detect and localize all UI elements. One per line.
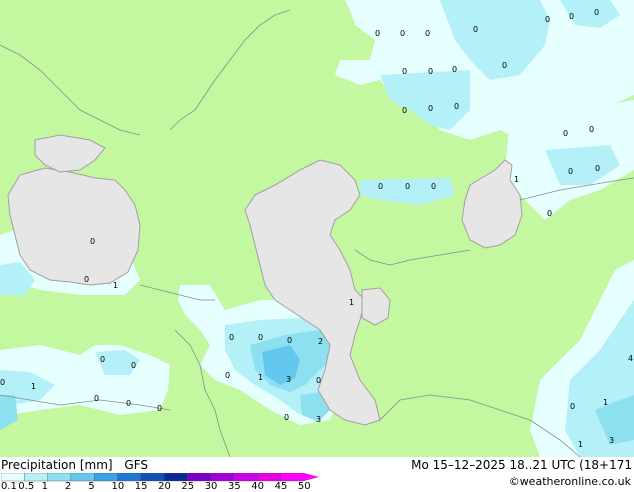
legend-footer: Precipitation [mm] GFS Mo 15–12–2025 18.… bbox=[0, 457, 634, 492]
precip-value: 0 bbox=[502, 61, 507, 70]
precip-value: 3 bbox=[609, 436, 614, 445]
precip-value: 0 bbox=[0, 378, 5, 387]
precip-value: 0 bbox=[229, 333, 234, 342]
scale-swatch bbox=[233, 473, 258, 482]
precip-value: 3 bbox=[316, 415, 321, 424]
scale-swatch bbox=[24, 473, 48, 482]
scale-swatch bbox=[93, 473, 118, 482]
scale-tick-label: 10 bbox=[111, 481, 125, 492]
credit-link[interactable]: ©weatheronline.co.uk bbox=[509, 475, 631, 488]
precip-value: 0 bbox=[452, 65, 457, 74]
precip-value: 0 bbox=[570, 402, 575, 411]
precip-value: 3 bbox=[286, 375, 291, 384]
scale-tick-label: 40 bbox=[251, 481, 265, 492]
precip-value: 0 bbox=[547, 209, 552, 218]
precip-value: 0 bbox=[287, 336, 292, 345]
scale-tick-label: 2 bbox=[64, 481, 72, 492]
scale-arrow bbox=[303, 473, 319, 481]
precip-value: 2 bbox=[318, 337, 323, 346]
precip-value: 0 bbox=[84, 275, 89, 284]
precip-value: 0 bbox=[568, 167, 573, 176]
precip-value: 0 bbox=[594, 8, 599, 17]
model-label: GFS bbox=[124, 458, 148, 472]
precip-value: 0 bbox=[400, 29, 405, 38]
scale-tick-label: 45 bbox=[274, 481, 288, 492]
precip-value: 0 bbox=[595, 164, 600, 173]
scale-tick-label: 35 bbox=[228, 481, 241, 492]
precip-value: 0 bbox=[545, 15, 550, 24]
scale-tick-label: 5 bbox=[88, 481, 95, 492]
precip-value: 1 bbox=[578, 440, 583, 449]
scale-tick-label: 15 bbox=[134, 481, 148, 492]
precip-value: 0 bbox=[90, 237, 95, 246]
scale-tick-label: 25 bbox=[181, 481, 195, 492]
precip-value: 0 bbox=[431, 182, 436, 191]
precip-value: 0 bbox=[589, 125, 594, 134]
precip-value: 1 bbox=[258, 373, 263, 382]
precip-value: 0 bbox=[157, 404, 162, 413]
precip-value: 0 bbox=[375, 29, 380, 38]
precip-value: 1 bbox=[31, 382, 36, 391]
scale-swatch bbox=[140, 473, 165, 482]
precip-value: 0 bbox=[473, 25, 478, 34]
precip-value: 4 bbox=[628, 354, 633, 363]
scale-swatch bbox=[163, 473, 188, 482]
precip-value: 1 bbox=[349, 298, 354, 307]
scale-swatch bbox=[47, 473, 72, 482]
scale-swatch bbox=[210, 473, 235, 482]
scale-tick-label: 50 bbox=[297, 481, 311, 492]
precip-value: 0 bbox=[402, 67, 407, 76]
product-title: Precipitation [mm] GFS bbox=[1, 458, 148, 472]
precip-value: 0 bbox=[100, 355, 105, 364]
precip-value: 0 bbox=[402, 106, 407, 115]
scale-tick-label: 20 bbox=[158, 481, 171, 492]
precip-value: 0 bbox=[563, 129, 568, 138]
precip-value: 0 bbox=[405, 182, 410, 191]
precip-value: 1 bbox=[113, 281, 118, 290]
product-label: Precipitation [mm] bbox=[1, 458, 113, 472]
scale-swatch bbox=[257, 473, 281, 482]
precip-value: 0 bbox=[225, 371, 230, 380]
scale-swatch bbox=[280, 473, 305, 482]
precip-value: 0 bbox=[126, 399, 131, 408]
precip-value: 1 bbox=[603, 398, 608, 407]
scale-tick-label: 30 bbox=[204, 481, 218, 492]
precip-value: 0 bbox=[425, 29, 430, 38]
precip-value: 0 bbox=[94, 394, 99, 403]
precip-value: 0 bbox=[284, 413, 289, 422]
scale-swatch bbox=[117, 473, 142, 482]
precip-value: 0 bbox=[378, 182, 383, 191]
black-sea bbox=[7, 167, 141, 286]
scale-tick-label: 1 bbox=[41, 481, 48, 492]
scale-tick-label: 0.5 bbox=[18, 481, 35, 492]
scale-swatch bbox=[70, 473, 95, 482]
precip-value: 0 bbox=[454, 102, 459, 111]
precip-value: 1 bbox=[514, 175, 519, 184]
scale-swatch bbox=[1, 473, 25, 482]
scale-swatch bbox=[187, 473, 212, 482]
precip-value: 0 bbox=[428, 104, 433, 113]
precip-value: 0 bbox=[569, 12, 574, 21]
precip-value: 0 bbox=[258, 333, 263, 342]
precip-value: 0 bbox=[131, 361, 136, 370]
valid-time: Mo 15–12–2025 18..21 UTC (18+171 bbox=[411, 458, 632, 472]
precipitation-map: 0 0 0 0 0 0 0 0 0 0 0 0 0 0 0 0 0 1 0 0 … bbox=[0, 0, 634, 457]
precip-value: 0 bbox=[316, 376, 321, 385]
scale-tick-label: 0.1 bbox=[1, 481, 17, 492]
precip-value: 0 bbox=[428, 67, 433, 76]
